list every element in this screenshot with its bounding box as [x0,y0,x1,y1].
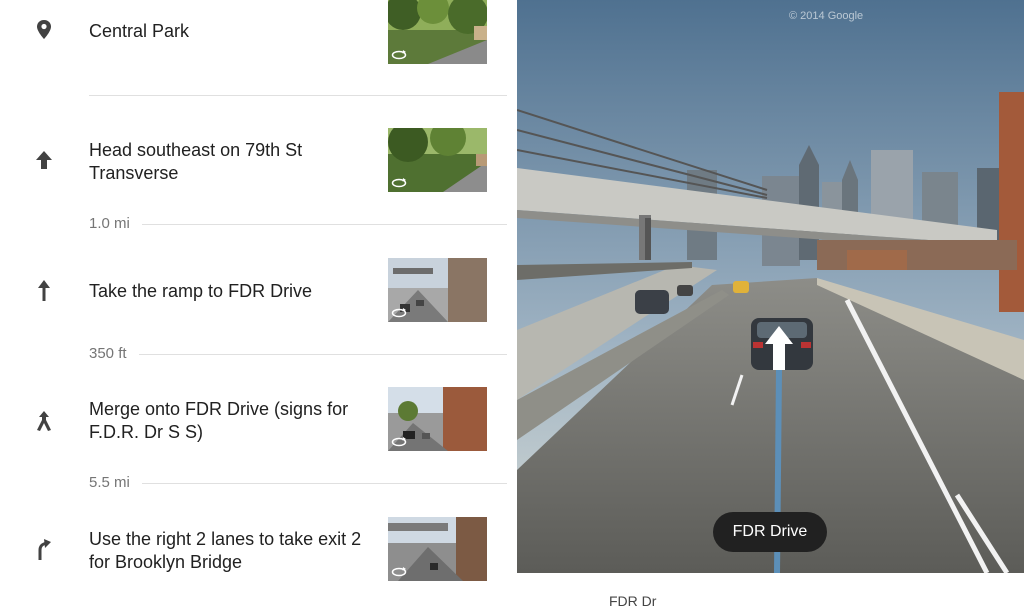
street-view-image[interactable] [517,0,1024,573]
street-view-footer: FDR Dr [517,573,1024,609]
direction-step-origin[interactable]: Central Park [0,0,517,95]
step-instruction: Merge onto FDR Drive (signs for F.D.R. D… [89,399,349,442]
distance-divider [89,224,507,225]
street-view-thumbnail[interactable] [388,387,487,451]
distance-divider [89,483,507,484]
step-distance: 350 ft [89,344,139,364]
street-view-thumbnail[interactable] [388,128,487,192]
distance-row: 5.5 mi [89,473,507,493]
direction-step-1[interactable]: Head southeast on 79th St Transverse [0,128,517,192]
step-instruction: Use the right 2 lanes to take exit 2 for… [89,529,362,572]
merge-icon [34,409,54,433]
distance-row: 350 ft [89,344,507,364]
street-view-panel[interactable]: © 2014 Google FDR Drive [517,0,1024,573]
direction-step-2[interactable]: Take the ramp to FDR Drive [0,258,517,322]
step-instruction: Take the ramp to FDR Drive [89,281,313,301]
street-view-thumbnail[interactable] [388,517,487,581]
direction-step-4[interactable]: Use the right 2 lanes to take exit 2 for… [0,517,517,581]
rotate-360-icon [391,49,407,61]
step-distance: 5.5 mi [89,473,142,493]
rotate-360-icon [391,177,407,189]
road-name-chip: FDR Drive [713,512,827,552]
step-instruction: Head southeast on 79th St Transverse [89,140,303,183]
street-view-watermark: © 2014 Google [789,10,864,22]
distance-row: 1.0 mi [89,214,507,234]
street-view-thumbnail[interactable] [388,258,487,322]
rotate-360-icon [391,566,407,578]
straight-arrow-icon [34,278,54,302]
rotate-360-icon [391,307,407,319]
direction-step-3[interactable]: Merge onto FDR Drive (signs for F.D.R. D… [0,387,517,451]
step-distance: 1.0 mi [89,214,142,234]
directions-list: Central Park Head southeast on 79th St T… [0,0,517,600]
divider [89,95,507,96]
step-instruction: Central Park [89,21,190,41]
footer-road-label: FDR Dr [609,593,657,609]
rotate-360-icon [391,436,407,448]
location-pin-icon [34,18,54,42]
head-arrow-up-icon [34,148,54,172]
distance-divider [89,354,507,355]
street-view-thumbnail[interactable] [388,0,487,64]
slight-right-icon [34,537,54,561]
